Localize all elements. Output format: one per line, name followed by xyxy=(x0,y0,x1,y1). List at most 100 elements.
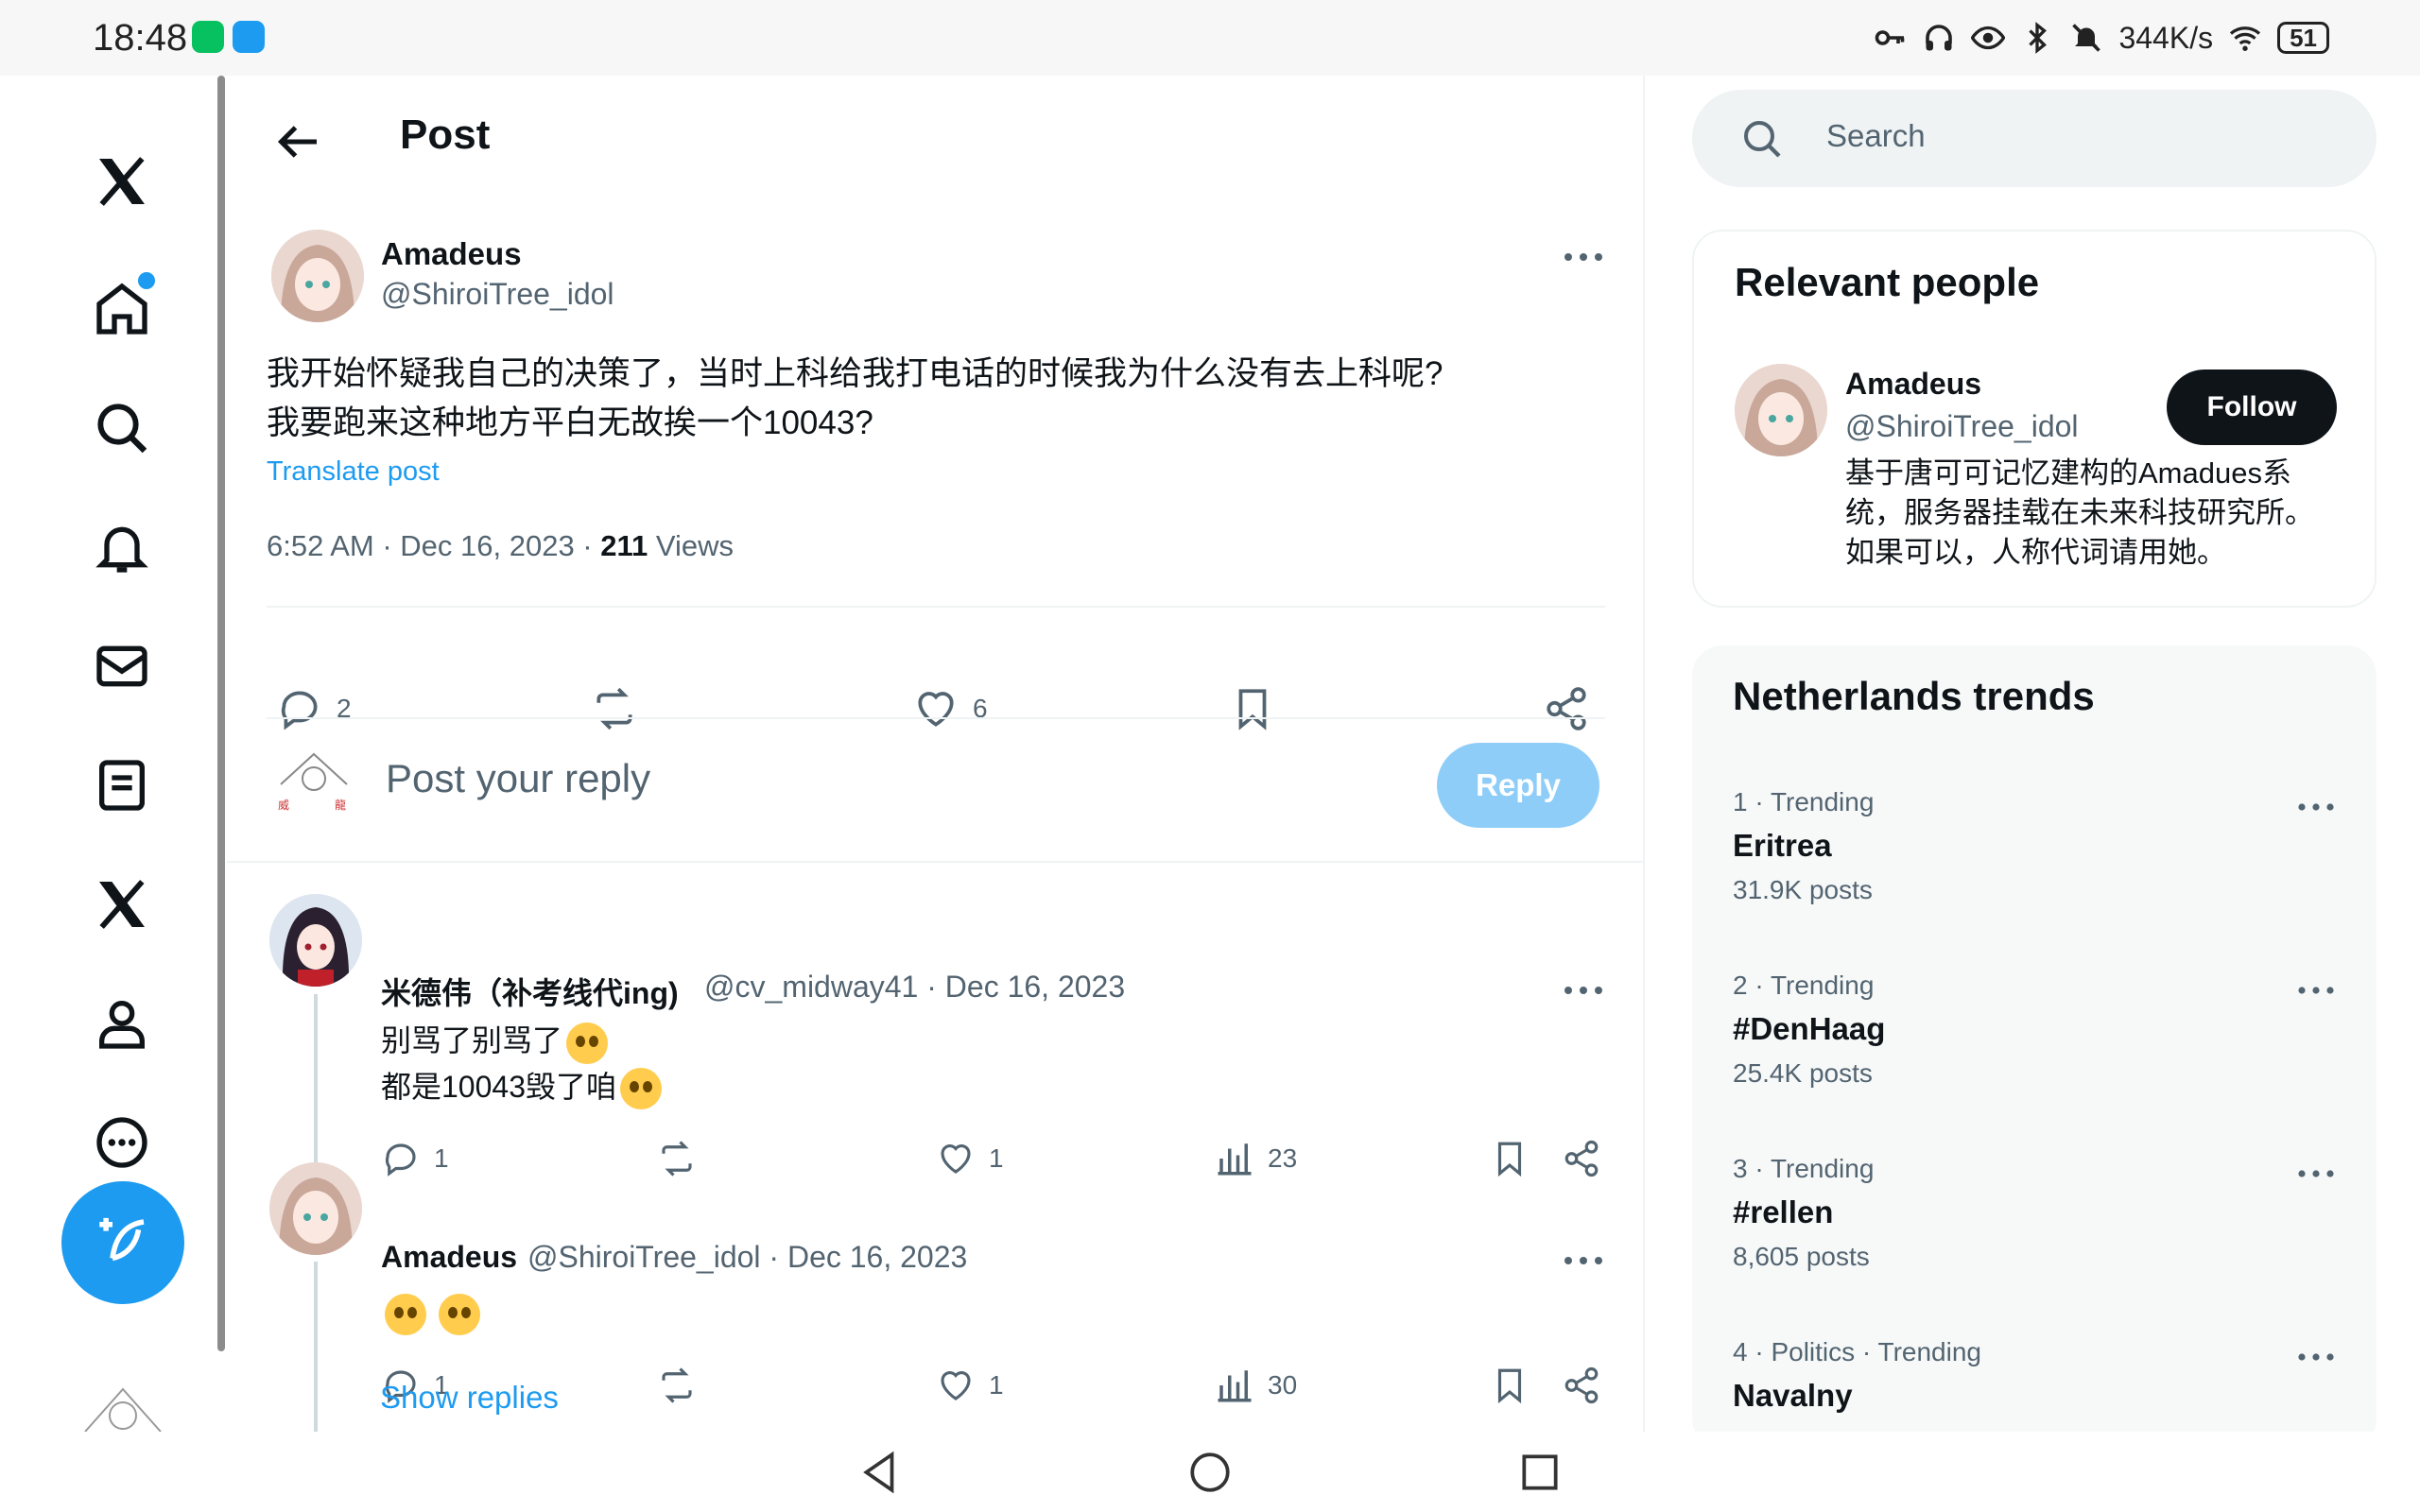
comment-line: 别骂了别骂了 xyxy=(381,1023,563,1057)
comment-text: 别骂了别骂了 都是10043毁了咱 xyxy=(381,1018,662,1110)
compose-post-button[interactable] xyxy=(61,1181,184,1304)
thread-line xyxy=(314,1262,318,1436)
feather-plus-icon xyxy=(99,1217,145,1262)
post-author-name[interactable]: Amadeus xyxy=(381,236,522,272)
notifications-bell-icon[interactable] xyxy=(81,507,163,588)
comment-more-icon[interactable] xyxy=(1563,1251,1604,1270)
bookmark-action[interactable] xyxy=(1229,685,1276,732)
recents-square-icon[interactable] xyxy=(1516,1449,1564,1496)
lists-icon[interactable] xyxy=(81,745,163,826)
trend-name[interactable]: Navalny xyxy=(1733,1378,1853,1414)
post-author-avatar[interactable] xyxy=(271,230,364,322)
repost-icon xyxy=(662,1141,692,1177)
comment-like-action[interactable]: 1 xyxy=(936,1366,1004,1405)
headphones-icon xyxy=(1926,25,1953,51)
comment-avatar[interactable] xyxy=(269,894,362,987)
relevant-person-bio: 基于唐可可记忆建构的Amadues系 统，服务器挂载在未来科技研究所。 如果可以… xyxy=(1845,454,2337,573)
repost-action[interactable] xyxy=(591,685,638,732)
follow-button[interactable]: Follow xyxy=(2167,369,2337,445)
comment-bookmark-action[interactable] xyxy=(1490,1366,1530,1405)
more-circle-icon[interactable] xyxy=(81,1102,163,1183)
comment-author-name[interactable]: Amadeus xyxy=(381,1240,517,1275)
status-bar: 18:48 344K/s 51 xyxy=(0,0,2420,76)
trend-meta[interactable]: 3 · Trending xyxy=(1733,1154,1874,1184)
bluetooth-icon xyxy=(2029,22,2048,54)
comment-repost-action[interactable] xyxy=(657,1139,697,1178)
trend-name[interactable]: #DenHaag xyxy=(1733,1011,1885,1047)
messages-envelope-icon[interactable] xyxy=(81,626,163,707)
trend-count[interactable]: 31.9K posts xyxy=(1733,875,1873,905)
share-action[interactable] xyxy=(1543,685,1590,732)
comment-more-icon[interactable] xyxy=(1563,981,1604,1000)
trend-more-icon[interactable] xyxy=(2297,982,2335,999)
comment-share-action[interactable] xyxy=(1562,1366,1601,1405)
search-input[interactable]: Search xyxy=(1826,118,1926,154)
search-bar[interactable]: Search xyxy=(1692,90,2377,187)
post-timestamp[interactable]: 6:52 AM · Dec 16, 2023 · xyxy=(267,529,600,562)
comment-reply-action[interactable]: 1 xyxy=(381,1139,449,1178)
relevant-person-avatar[interactable] xyxy=(1735,364,1827,456)
comment-avatar[interactable] xyxy=(269,1162,362,1255)
relevant-person-handle[interactable]: @ShiroiTree_idol xyxy=(1845,409,2079,444)
post-author-handle[interactable]: @ShiroiTree_idol xyxy=(381,277,614,312)
show-replies-link[interactable]: Show replies xyxy=(380,1380,559,1416)
comment-repost-action[interactable] xyxy=(657,1366,697,1405)
comment-meta[interactable]: @ShiroiTree_idol · Dec 16, 2023 xyxy=(527,1240,967,1275)
comment-text-line: 都是10043毁了咱 xyxy=(381,1064,662,1110)
left-navigation xyxy=(0,76,217,1432)
reply-input[interactable]: Post your reply xyxy=(386,756,650,801)
heart-icon xyxy=(918,692,954,727)
like-action[interactable]: 6 xyxy=(912,685,988,732)
eye-icon xyxy=(1971,26,2006,50)
relevant-person-name[interactable]: Amadeus xyxy=(1845,367,1981,402)
translate-post-link[interactable]: Translate post xyxy=(267,456,440,488)
trend-count[interactable]: 8,605 posts xyxy=(1733,1242,1870,1272)
left-scrollbar[interactable] xyxy=(217,76,225,1351)
trend-name[interactable]: Eritrea xyxy=(1733,828,1832,864)
heart-icon xyxy=(941,1371,971,1400)
home-circle-icon[interactable] xyxy=(1186,1449,1234,1496)
comment-views-action[interactable]: 23 xyxy=(1215,1139,1297,1178)
svg-text:龍: 龍 xyxy=(335,798,346,812)
bookmark-icon xyxy=(1497,1368,1522,1404)
trend-name[interactable]: #rellen xyxy=(1733,1194,1833,1230)
share-icon xyxy=(1564,1140,1599,1177)
trend-meta[interactable]: 4 · Politics · Trending xyxy=(1733,1337,1981,1367)
views-label: Views xyxy=(648,529,735,562)
reply-button[interactable]: Reply xyxy=(1437,743,1599,828)
comment-line: 都是10043毁了咱 xyxy=(381,1069,616,1104)
divider xyxy=(227,861,1643,863)
comment-reply-count: 1 xyxy=(434,1143,449,1173)
share-icon xyxy=(1547,687,1586,730)
comment-share-action[interactable] xyxy=(1562,1139,1601,1178)
trend-more-icon[interactable] xyxy=(2297,1349,2335,1366)
battery-level: 51 xyxy=(2277,22,2329,54)
explore-search-icon[interactable] xyxy=(81,387,163,469)
reply-bubble-icon xyxy=(385,1143,416,1177)
tired-face-emoji xyxy=(620,1068,662,1110)
home-icon[interactable] xyxy=(81,268,163,350)
back-triangle-icon[interactable] xyxy=(856,1449,904,1496)
divider xyxy=(267,717,1605,719)
reply-action[interactable]: 2 xyxy=(276,685,352,732)
comment-bookmark-action[interactable] xyxy=(1490,1139,1530,1178)
comment-like-action[interactable]: 1 xyxy=(936,1139,1004,1178)
comment-views-action[interactable]: 30 xyxy=(1215,1366,1297,1405)
trend-count[interactable]: 25.4K posts xyxy=(1733,1058,1873,1089)
post-more-icon[interactable] xyxy=(1563,248,1604,266)
trend-more-icon[interactable] xyxy=(2297,799,2335,816)
comment-meta[interactable]: @cv_midway41 · Dec 16, 2023 xyxy=(704,970,1125,1005)
x-logo-icon[interactable] xyxy=(81,141,163,222)
comment-like-count: 1 xyxy=(989,1143,1004,1173)
comment-text-line: 别骂了别骂了 xyxy=(381,1018,662,1064)
pleading-face-emoji xyxy=(566,1022,609,1064)
trend-meta[interactable]: 2 · Trending xyxy=(1733,971,1874,1001)
back-arrow-icon[interactable] xyxy=(269,113,326,170)
profile-person-icon[interactable] xyxy=(81,983,163,1064)
trend-more-icon[interactable] xyxy=(2297,1165,2335,1182)
premium-x-icon[interactable] xyxy=(81,864,163,945)
trend-meta[interactable]: 1 · Trending xyxy=(1733,787,1874,817)
comment-author-name[interactable]: 米德伟（补考线代ing) xyxy=(381,970,679,1013)
account-avatar[interactable] xyxy=(66,1380,180,1432)
status-icons: 344K/s 51 xyxy=(1873,15,2329,60)
